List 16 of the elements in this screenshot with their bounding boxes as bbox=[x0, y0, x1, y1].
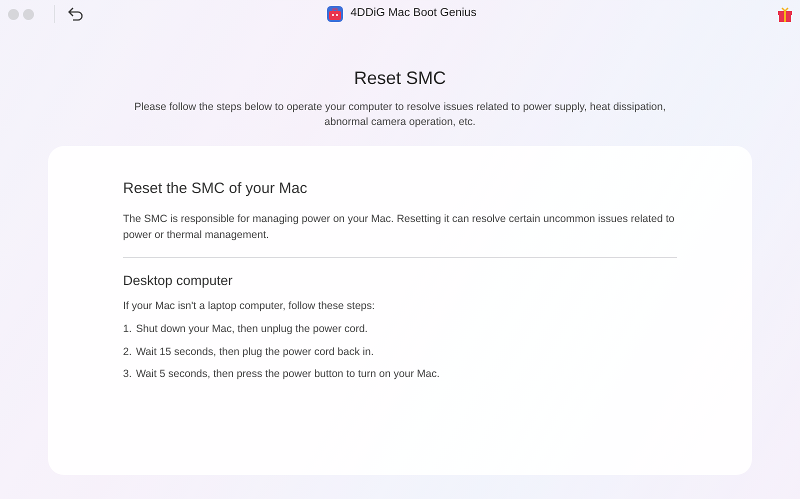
app-logo-icon bbox=[326, 6, 343, 22]
step-number: 2. bbox=[123, 344, 133, 360]
window-title: 4DDiG Mac Boot Genius bbox=[350, 6, 476, 22]
intro-paragraph: The SMC is responsible for managing power on your Mac. Resetting it can resolve certain uncommon issues related to power or thermal management. bbox=[123, 212, 676, 244]
step-text: Wait 5 seconds, then press the power button to turn on your Mac. bbox=[136, 367, 440, 382]
step-number: 1. bbox=[123, 322, 133, 337]
step-text: Shut down your Mac, then unplug the power cord. bbox=[136, 322, 368, 337]
step-number: 3. bbox=[123, 367, 133, 382]
page-title: Reset SMC bbox=[352, 67, 448, 90]
back-icon[interactable] bbox=[67, 7, 85, 21]
card-heading: Reset the SMC of your Mac bbox=[123, 180, 308, 198]
page-description: Please follow the steps below to operate your computer to resolve issues related to power supply, heat dissipation, abnormal camera operation, etc. bbox=[133, 100, 667, 130]
gift-icon[interactable] bbox=[778, 6, 792, 22]
instructions-text: If your Mac isn't a laptop computer, follow these steps: bbox=[123, 299, 376, 314]
section-heading: Desktop computer bbox=[123, 272, 234, 290]
step-text: Wait 15 seconds, then plug the power cord back in. bbox=[136, 344, 374, 360]
